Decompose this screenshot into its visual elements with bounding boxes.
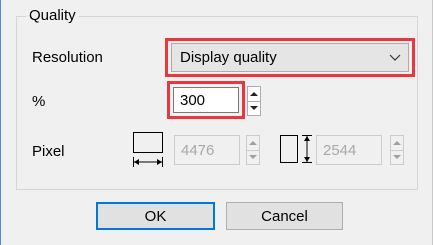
ok-button[interactable]: OK	[96, 202, 215, 230]
resolution-label: Resolution	[32, 49, 103, 66]
triangle-up-icon	[393, 141, 401, 145]
triangle-down-icon	[250, 106, 258, 110]
percent-spin-down-button[interactable]	[248, 101, 260, 115]
cancel-button[interactable]: Cancel	[226, 202, 343, 230]
quality-group-title: Quality	[26, 7, 79, 24]
percent-spin-up-button[interactable]	[248, 87, 260, 101]
percent-label: %	[32, 93, 46, 110]
height-dimension-icon	[280, 135, 312, 163]
percent-input[interactable]	[173, 87, 239, 113]
pixel-height-input	[316, 135, 382, 165]
triangle-up-icon	[250, 92, 258, 96]
triangle-down-icon	[249, 155, 257, 159]
height-spin-down-button	[391, 150, 403, 164]
chevron-down-icon	[389, 54, 401, 61]
window-edge-left	[0, 0, 1, 245]
resolution-selected-value: Display quality	[180, 49, 277, 66]
triangle-down-icon	[393, 155, 401, 159]
percent-spinner[interactable]	[247, 86, 261, 116]
width-dimension-icon	[133, 132, 163, 167]
pixel-label: Pixel	[32, 143, 65, 160]
pixel-width-input	[174, 135, 240, 165]
width-spin-up-button	[247, 136, 259, 150]
triangle-up-icon	[249, 141, 257, 145]
pixel-width-spinner	[246, 135, 260, 165]
pixel-height-spinner	[390, 135, 404, 165]
resolution-dropdown[interactable]: Display quality	[171, 43, 409, 72]
height-spin-up-button	[391, 136, 403, 150]
width-spin-down-button	[247, 150, 259, 164]
